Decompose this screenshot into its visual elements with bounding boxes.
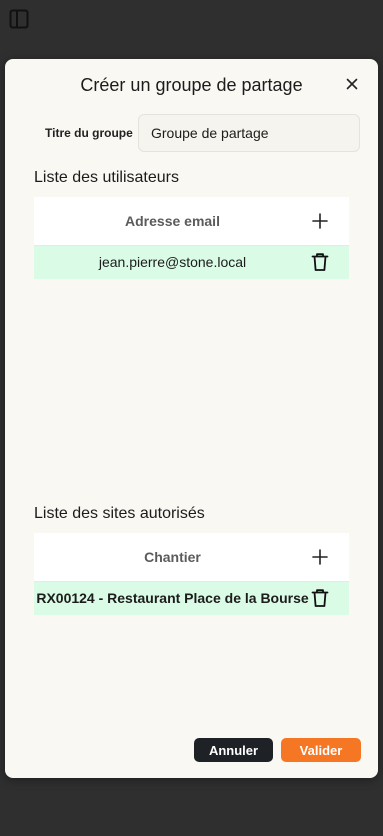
trash-icon xyxy=(311,253,329,271)
email-column-header: Adresse email xyxy=(125,213,220,229)
users-table: Adresse email jean.pierre@stone.local xyxy=(34,197,349,279)
sites-table: Chantier RX00124 - Restaurant Place de l… xyxy=(34,533,349,615)
table-row: jean.pierre@stone.local xyxy=(34,246,349,279)
site-column-header: Chantier xyxy=(144,549,201,565)
delete-site-button[interactable] xyxy=(311,588,329,608)
sidebar-toggle-button[interactable] xyxy=(9,9,29,29)
dialog-title: Créer un groupe de partage xyxy=(80,75,303,95)
site-name: RX00124 - Restaurant Place de la Bourse xyxy=(36,590,309,606)
add-user-button[interactable] xyxy=(311,212,329,230)
sites-table-header: Chantier xyxy=(34,533,349,582)
plus-icon xyxy=(312,549,328,565)
sidebar-toggle-icon xyxy=(9,9,29,29)
top-bar xyxy=(0,0,383,40)
create-share-group-dialog: Créer un groupe de partage Titre du grou… xyxy=(5,59,378,778)
delete-user-button[interactable] xyxy=(311,252,329,272)
sites-section-title: Liste des sites autorisés xyxy=(34,505,205,522)
group-title-input[interactable] xyxy=(138,114,360,152)
user-email: jean.pierre@stone.local xyxy=(98,254,247,270)
users-section-title: Liste des utilisateurs xyxy=(34,169,179,186)
table-row: RX00124 - Restaurant Place de la Bourse xyxy=(34,582,349,615)
close-icon xyxy=(346,78,358,90)
trash-icon xyxy=(311,589,329,607)
group-title-label: Titre du groupe xyxy=(45,126,133,140)
add-site-button[interactable] xyxy=(311,548,329,566)
validate-button[interactable]: Valider xyxy=(281,738,361,762)
cancel-button[interactable]: Annuler xyxy=(194,738,273,762)
close-button[interactable] xyxy=(344,76,360,92)
users-table-header: Adresse email xyxy=(34,197,349,246)
plus-icon xyxy=(312,213,328,229)
